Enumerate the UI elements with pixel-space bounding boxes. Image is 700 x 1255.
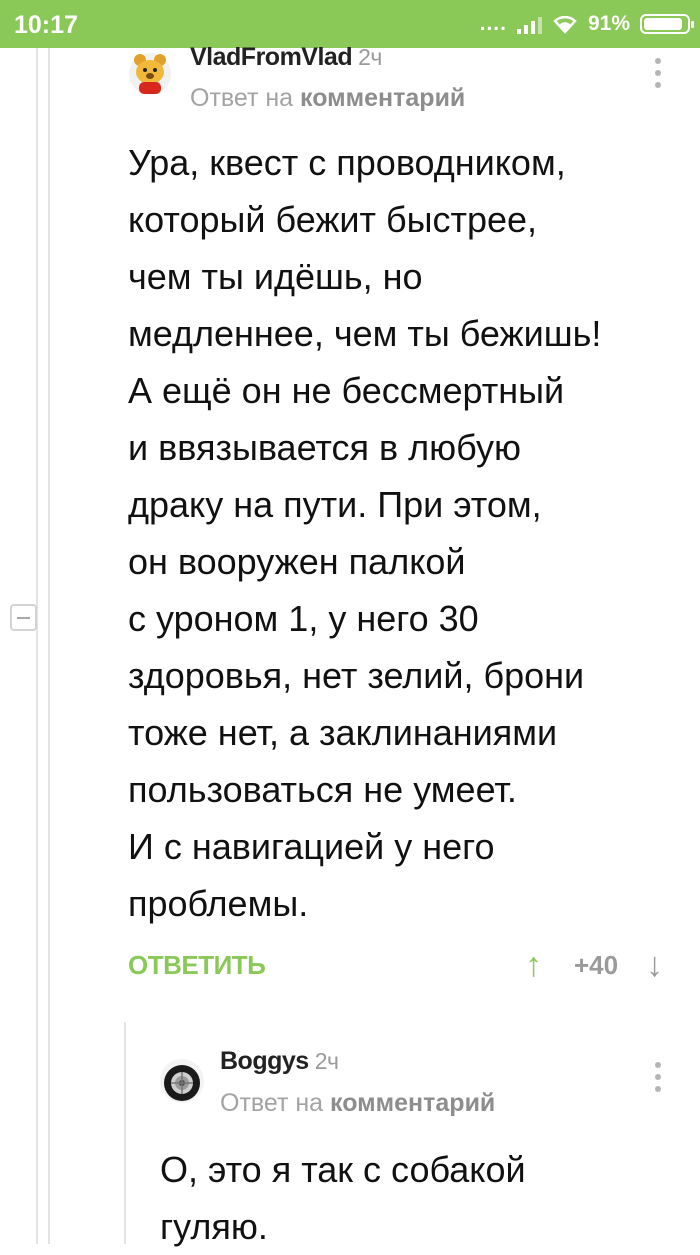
- reply-to-line: Ответ на комментарий: [220, 1089, 495, 1118]
- comment-author[interactable]: VladFromVlad 2ч: [190, 43, 382, 72]
- reply-button[interactable]: ОТВЕТИТЬ: [128, 950, 266, 981]
- author-name[interactable]: Boggys: [220, 1047, 309, 1075]
- comment-body: Ура, квест с проводником, который бежит …: [128, 142, 602, 924]
- reply-prefix: Ответ на: [190, 84, 294, 112]
- comment-rating: +40: [574, 950, 619, 980]
- reply-prefix: Ответ на: [220, 1089, 324, 1117]
- downvote-arrow-icon[interactable]: ↓: [646, 948, 663, 982]
- more-options-icon[interactable]: [654, 1062, 662, 1092]
- comment-body: О, это я так с собакой гуляю.: [160, 1149, 526, 1247]
- reply-to-line: Ответ на комментарий: [190, 84, 465, 113]
- status-bar: 10:17 .... 91%: [0, 0, 700, 48]
- network-activity-indicator: ....: [479, 12, 507, 35]
- bear-avatar-icon[interactable]: [126, 50, 174, 96]
- status-time: 10:17: [14, 11, 78, 39]
- comment-time: 2ч: [314, 1048, 339, 1074]
- wifi-icon: [553, 16, 577, 34]
- thread-line: [36, 48, 38, 1244]
- parent-comment-link[interactable]: комментарий: [330, 1089, 495, 1117]
- wheel-avatar-icon[interactable]: [158, 1057, 206, 1105]
- author-name[interactable]: VladFromVlad: [190, 43, 353, 71]
- battery-icon: [640, 14, 694, 34]
- battery-percent: 91%: [587, 12, 630, 35]
- parent-comment-link[interactable]: комментарий: [300, 84, 465, 112]
- comment-author[interactable]: Boggys 2ч: [220, 1047, 339, 1076]
- status-icons: .... 91%: [479, 9, 694, 39]
- signal-icon: [516, 14, 542, 34]
- upvote-arrow-icon[interactable]: ↑: [525, 948, 542, 982]
- thread-line: [48, 48, 50, 1244]
- nested-thread-line: [124, 1022, 126, 1244]
- more-options-icon[interactable]: [654, 58, 662, 88]
- battery-fill: [644, 18, 683, 30]
- comment-time: 2ч: [358, 44, 382, 70]
- collapse-thread-button[interactable]: [10, 604, 37, 631]
